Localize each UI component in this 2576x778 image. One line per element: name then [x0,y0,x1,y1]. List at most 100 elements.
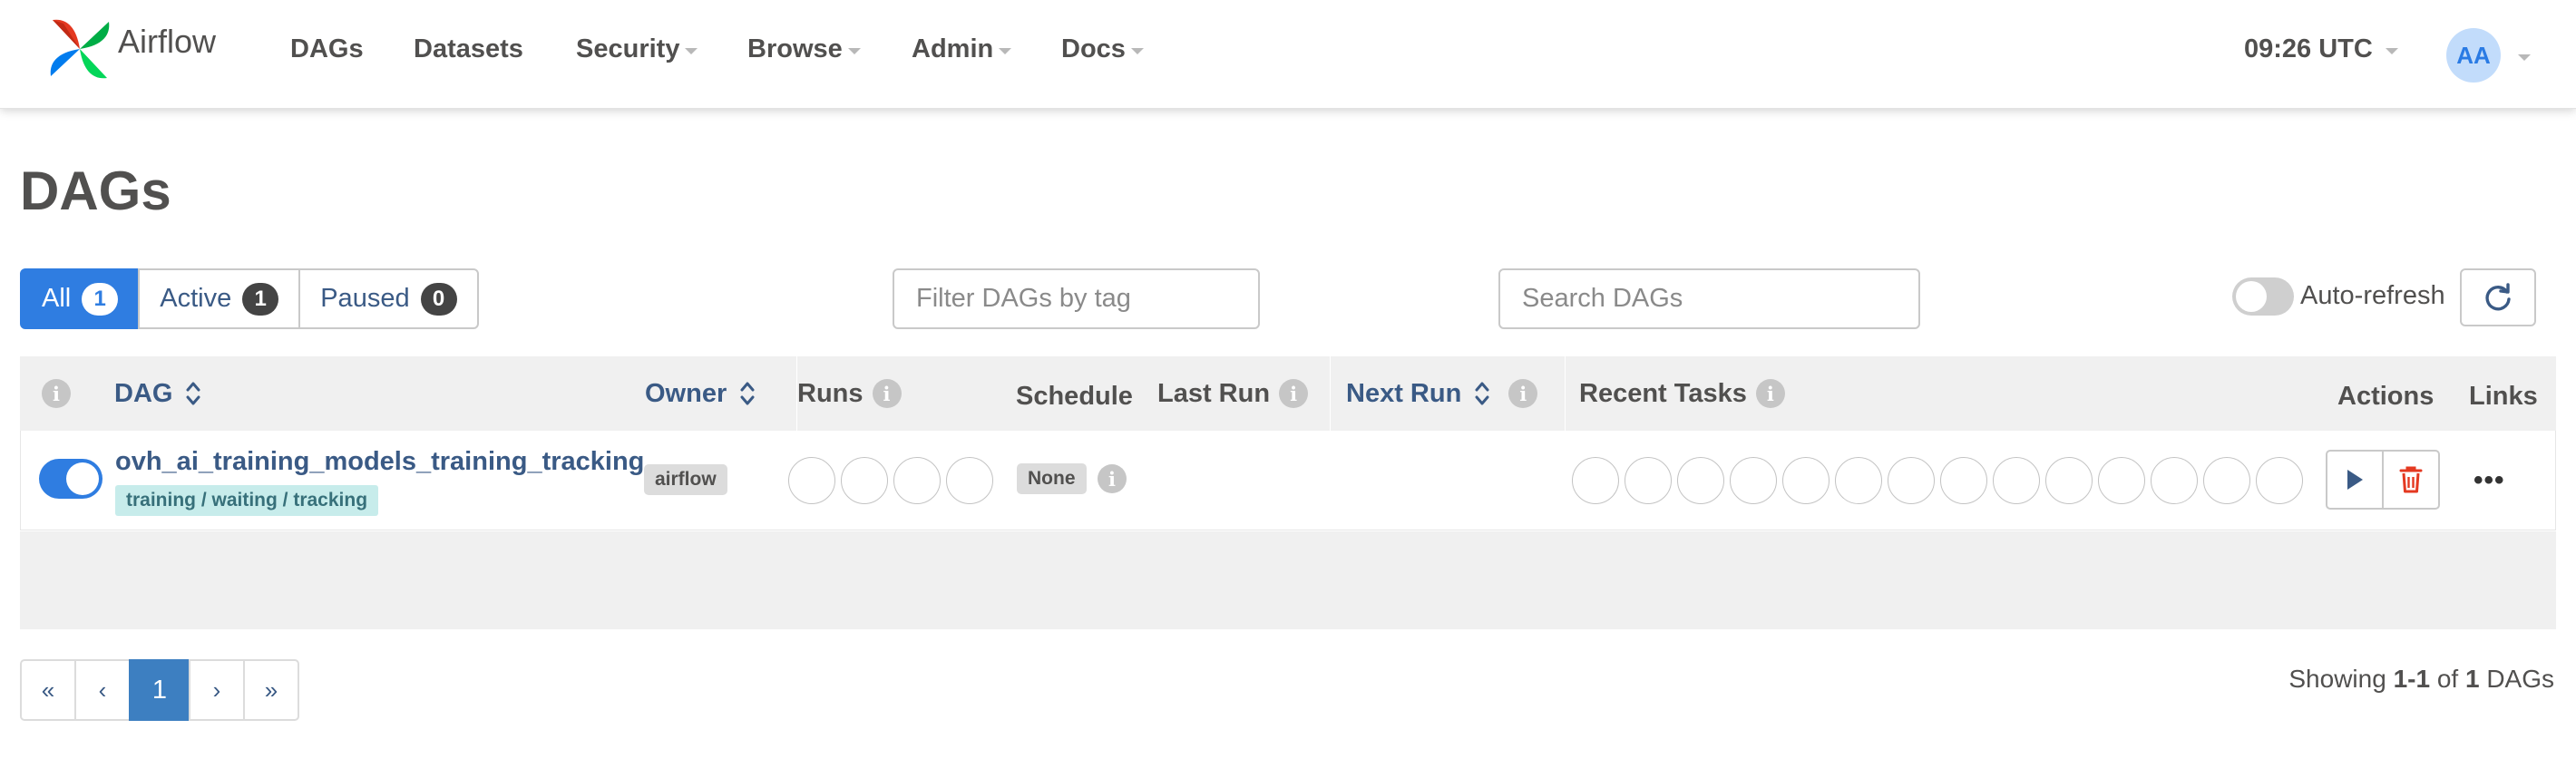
run-status-circle[interactable] [841,457,888,504]
filter-all-count-badge: 1 [82,282,119,316]
header-next-run[interactable]: Next Run i [1346,356,1538,431]
task-status-circle[interactable] [2256,457,2303,504]
column-divider [1330,356,1331,431]
schedule-badge: None [1017,463,1087,494]
run-status-circle[interactable] [788,457,835,504]
run-status-circle[interactable] [946,457,993,504]
chevron-down-icon [999,48,1012,54]
task-status-circle[interactable] [1625,457,1672,504]
page-current-button[interactable]: 1 [129,659,190,721]
summary-prefix: Showing [2288,665,2386,693]
header-runs: Runs i [797,356,902,431]
trash-icon [2399,466,2423,493]
task-status-circle[interactable] [1888,457,1935,504]
owner-badge[interactable]: airflow [644,464,727,495]
refresh-button[interactable] [2460,268,2536,326]
trigger-dag-button[interactable] [2326,450,2384,510]
sort-icon [186,382,200,405]
task-status-circle[interactable] [1730,457,1777,504]
summary-total: 1 [2464,665,2480,693]
dag-tag[interactable]: training / waiting / tracking [115,485,379,516]
schedule-info-icon[interactable]: i [1098,464,1127,493]
filter-active-button[interactable]: Active 1 [138,268,301,329]
header-recent-tasks: Recent Tasks i [1579,356,1785,431]
dag-pause-toggle[interactable] [39,459,102,499]
chevron-down-icon [2385,48,2398,54]
user-avatar[interactable]: AA [2446,28,2501,83]
header-links-label: Links [2469,381,2538,411]
info-icon[interactable]: i [1755,379,1785,408]
user-menu-chevron-icon[interactable] [2518,54,2531,61]
airflow-logo-icon [50,19,110,79]
info-icon[interactable]: i [872,379,902,408]
header-owner-label: Owner [645,378,727,408]
filter-active-count-badge: 1 [242,282,279,316]
header-runs-label: Runs [797,378,864,408]
clock-label: 09:26 UTC [2244,34,2373,63]
tag-filter-input[interactable]: Filter DAGs by tag [893,268,1260,329]
top-navbar: Airflow DAGs Datasets Security Browse Ad… [0,0,2576,109]
nav-security-label: Security [576,34,680,63]
info-icon[interactable]: i [1279,379,1309,408]
header-dag[interactable]: DAG [114,356,201,431]
task-status-circle[interactable] [1677,457,1724,504]
pagination: « ‹ 1 › » [20,659,299,721]
nav-browse[interactable]: Browse [747,34,861,64]
delete-dag-button[interactable] [2382,450,2440,510]
page-last-button[interactable]: » [243,659,299,721]
nav-datasets[interactable]: Datasets [414,34,523,64]
brand-link[interactable]: Airflow [45,15,216,83]
dag-id-link[interactable]: ovh_ai_training_models_training_tracking [115,447,644,477]
nav-docs[interactable]: Docs [1061,34,1144,64]
header-schedule-label: Schedule [1016,381,1133,411]
info-icon: i [42,379,71,408]
search-dags-input[interactable]: Search DAGs [1498,268,1920,329]
table-empty-area [20,531,2556,629]
timezone-menu[interactable]: 09:26 UTC [2244,34,2398,64]
task-status-circle[interactable] [1835,457,1882,504]
play-icon [2347,470,2363,490]
header-info-icon[interactable]: i [42,356,71,431]
info-icon[interactable]: i [1508,379,1538,408]
page-first-button[interactable]: « [20,659,76,721]
dags-table-header: i DAG Owner Runs i Schedule Last Run i N… [20,356,2556,431]
task-status-circle[interactable] [1993,457,2040,504]
task-status-circle[interactable] [2098,457,2145,504]
task-status-circle[interactable] [2045,457,2093,504]
brand-name: Airflow [118,23,217,60]
sort-icon [1475,382,1489,405]
nav-admin[interactable]: Admin [912,34,1012,64]
nav-dags[interactable]: DAGs [290,34,364,64]
sort-icon [740,382,755,405]
refresh-icon [2485,283,2511,311]
column-divider [1565,356,1566,431]
status-filter-group: All 1 Active 1 Paused 0 [20,268,479,329]
page-prev-button[interactable]: ‹ [74,659,131,721]
header-schedule: Schedule [1016,359,1133,433]
summary-range: 1-1 [2393,665,2431,693]
filter-active-label: Active [160,284,232,313]
nav-security[interactable]: Security [576,34,698,64]
toggle-knob [66,462,99,495]
search-dags-placeholder: Search DAGs [1522,284,1683,313]
nav-dags-label: DAGs [290,34,364,63]
actions-group [2326,450,2440,510]
task-status-circle[interactable] [2151,457,2198,504]
toggle-knob [2236,281,2267,312]
run-status-circle[interactable] [893,457,941,504]
task-status-circle[interactable] [2203,457,2250,504]
filter-paused-button[interactable]: Paused 0 [298,268,479,329]
page-title: DAGs [20,160,171,221]
filter-all-button[interactable]: All 1 [20,268,141,329]
nav-browse-label: Browse [747,34,843,63]
page-next-button[interactable]: › [189,659,245,721]
header-links: Links [2469,359,2538,433]
header-owner[interactable]: Owner [645,356,756,431]
more-links-button[interactable]: ••• [2474,465,2505,496]
task-status-circle[interactable] [1940,457,1987,504]
header-last-run-label: Last Run [1157,378,1271,408]
task-status-circle[interactable] [1782,457,1830,504]
auto-refresh-toggle[interactable] [2232,277,2294,316]
task-status-circle[interactable] [1572,457,1619,504]
nav-admin-label: Admin [912,34,994,63]
